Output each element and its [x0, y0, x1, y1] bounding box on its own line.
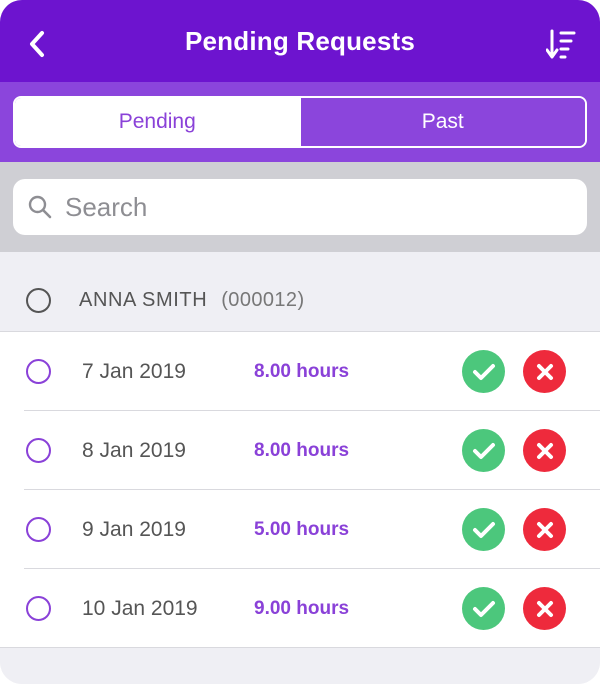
check-icon	[472, 521, 495, 538]
close-icon	[536, 600, 553, 617]
close-icon	[536, 363, 553, 380]
tab-bar: Pending Past	[0, 82, 600, 162]
search-input[interactable]	[63, 190, 547, 224]
reject-button[interactable]	[523, 508, 566, 551]
employee-id: (000012)	[221, 289, 305, 311]
request-hours: 8.00 hours	[254, 439, 350, 461]
reject-button[interactable]	[523, 587, 566, 630]
sort-button[interactable]	[544, 26, 578, 64]
request-checkbox[interactable]	[26, 517, 51, 542]
employee-group-header: ANNA SMITH (000012)	[0, 252, 600, 332]
list-footer	[0, 648, 600, 684]
chevron-left-icon	[30, 31, 44, 57]
request-row: 7 Jan 2019 8.00 hours	[0, 332, 600, 411]
reject-button[interactable]	[523, 429, 566, 472]
check-icon	[472, 363, 495, 380]
search-bar	[0, 162, 600, 252]
request-checkbox[interactable]	[26, 596, 51, 621]
select-all-checkbox[interactable]	[26, 288, 51, 313]
request-checkbox[interactable]	[26, 359, 51, 384]
search-box[interactable]	[13, 179, 587, 235]
close-icon	[536, 521, 553, 538]
page-title: Pending Requests	[184, 25, 415, 56]
request-date: 9 Jan 2019	[82, 517, 186, 541]
request-checkbox[interactable]	[26, 438, 51, 463]
search-icon	[28, 195, 52, 219]
reject-button[interactable]	[523, 350, 566, 393]
request-hours: 9.00 hours	[254, 597, 350, 619]
back-button[interactable]	[22, 26, 52, 62]
tab-past[interactable]: Past	[299, 98, 585, 146]
check-icon	[472, 442, 495, 459]
approve-button[interactable]	[462, 350, 505, 393]
request-list: 7 Jan 2019 8.00 hours 8 Jan 2019 8.00 ho…	[0, 332, 600, 648]
request-row: 9 Jan 2019 5.00 hours	[0, 490, 600, 569]
employee-name: ANNA SMITH	[79, 289, 208, 311]
close-icon	[536, 442, 553, 459]
request-date: 7 Jan 2019	[82, 359, 186, 383]
segmented-control: Pending Past	[13, 96, 587, 148]
approve-button[interactable]	[462, 429, 505, 472]
request-hours: 8.00 hours	[254, 360, 350, 382]
check-icon	[472, 600, 495, 617]
request-hours: 5.00 hours	[254, 518, 350, 540]
request-date: 10 Jan 2019	[82, 596, 198, 620]
request-row: 8 Jan 2019 8.00 hours	[0, 411, 600, 490]
approve-button[interactable]	[462, 508, 505, 551]
nav-bar: Pending Requests	[0, 0, 600, 82]
request-row: 10 Jan 2019 9.00 hours	[0, 569, 600, 648]
approve-button[interactable]	[462, 587, 505, 630]
app-window: Pending Requests Pending Past Search ANN…	[0, 0, 600, 684]
tab-pending[interactable]: Pending	[15, 98, 300, 146]
request-date: 8 Jan 2019	[82, 438, 186, 462]
sort-descending-icon	[546, 29, 576, 59]
